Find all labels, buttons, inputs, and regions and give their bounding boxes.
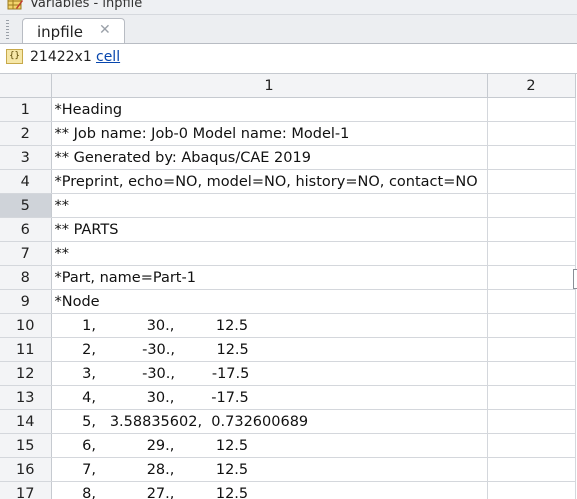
- variable-grid[interactable]: 1 2 1*Heading2** Job name: Job-0 Model n…: [0, 73, 577, 499]
- cell-col-2[interactable]: [487, 410, 575, 434]
- cell-col-1[interactable]: 8, 27., 12.5: [51, 482, 487, 499]
- cell-col-1[interactable]: *Node: [51, 290, 487, 314]
- tab-label: inpfile: [37, 23, 83, 41]
- table-row[interactable]: 9*Node: [0, 290, 575, 314]
- cell-col-1[interactable]: 6, 29., 12.5: [51, 434, 487, 458]
- row-header[interactable]: 7: [0, 242, 51, 266]
- table-row[interactable]: 14 5, 3.58835602, 0.732600689: [0, 410, 575, 434]
- table-row[interactable]: 6** PARTS: [0, 218, 575, 242]
- cell-col-1[interactable]: *Preprint, echo=NO, model=NO, history=NO…: [51, 170, 487, 194]
- cell-col-2[interactable]: [487, 482, 575, 499]
- variables-editor-icon: [7, 0, 23, 11]
- table-row[interactable]: 8*Part, name=Part-1: [0, 266, 575, 290]
- cell-col-1[interactable]: 3, -30., -17.5: [51, 362, 487, 386]
- cell-col-2[interactable]: [487, 362, 575, 386]
- table-row[interactable]: 1*Heading: [0, 98, 575, 122]
- cell-col-1[interactable]: 4, 30., -17.5: [51, 386, 487, 410]
- table-row[interactable]: 5**: [0, 194, 575, 218]
- data-table: 1 2 1*Heading2** Job name: Job-0 Model n…: [0, 74, 576, 499]
- cell-col-2[interactable]: [487, 194, 575, 218]
- window-title: Variables - inpfile: [30, 0, 142, 11]
- row-header[interactable]: 9: [0, 290, 51, 314]
- cell-col-2[interactable]: [487, 434, 575, 458]
- table-row[interactable]: 3** Generated by: Abaqus/CAE 2019: [0, 146, 575, 170]
- cell-col-2[interactable]: [487, 266, 575, 290]
- window-titlebar: Variables - inpfile: [0, 0, 577, 15]
- table-row[interactable]: 11 2, -30., 12.5: [0, 338, 575, 362]
- column-header-2[interactable]: 2: [487, 74, 575, 98]
- cell-col-2[interactable]: [487, 290, 575, 314]
- row-header[interactable]: 1: [0, 98, 51, 122]
- cell-col-1[interactable]: **: [51, 194, 487, 218]
- cell-col-1[interactable]: 1, 30., 12.5: [51, 314, 487, 338]
- row-header[interactable]: 15: [0, 434, 51, 458]
- table-row[interactable]: 15 6, 29., 12.5: [0, 434, 575, 458]
- row-header[interactable]: 16: [0, 458, 51, 482]
- row-header[interactable]: 10: [0, 314, 51, 338]
- cell-array-icon: {}: [6, 49, 23, 64]
- cell-col-2[interactable]: [487, 458, 575, 482]
- column-header-1[interactable]: 1: [51, 74, 487, 98]
- table-row[interactable]: 10 1, 30., 12.5: [0, 314, 575, 338]
- cell-col-2[interactable]: [487, 386, 575, 410]
- cell-col-2[interactable]: [487, 314, 575, 338]
- cell-col-1[interactable]: ** Generated by: Abaqus/CAE 2019: [51, 146, 487, 170]
- cell-col-1[interactable]: 2, -30., 12.5: [51, 338, 487, 362]
- corner-cell[interactable]: [0, 74, 51, 98]
- cell-col-1[interactable]: **: [51, 242, 487, 266]
- variable-class-link[interactable]: cell: [96, 49, 120, 65]
- row-header[interactable]: 17: [0, 482, 51, 499]
- tab-inpfile[interactable]: inpfile ✕: [22, 18, 125, 43]
- cell-col-1[interactable]: ** Job name: Job-0 Model name: Model-1: [51, 122, 487, 146]
- row-header[interactable]: 6: [0, 218, 51, 242]
- table-row[interactable]: 2** Job name: Job-0 Model name: Model-1: [0, 122, 575, 146]
- variable-info-bar: {} 21422x1 cell: [0, 44, 577, 70]
- table-row[interactable]: 16 7, 28., 12.5: [0, 458, 575, 482]
- row-header[interactable]: 8: [0, 266, 51, 290]
- cell-col-2[interactable]: [487, 338, 575, 362]
- cell-col-2[interactable]: [487, 146, 575, 170]
- variable-dimensions: 21422x1: [30, 49, 92, 65]
- table-row[interactable]: 7**: [0, 242, 575, 266]
- row-header[interactable]: 4: [0, 170, 51, 194]
- table-row[interactable]: 12 3, -30., -17.5: [0, 362, 575, 386]
- cell-col-2[interactable]: [487, 218, 575, 242]
- table-row[interactable]: 4*Preprint, echo=NO, model=NO, history=N…: [0, 170, 575, 194]
- cell-col-2[interactable]: [487, 242, 575, 266]
- row-header[interactable]: 13: [0, 386, 51, 410]
- close-icon[interactable]: ✕: [99, 22, 111, 38]
- cell-col-2[interactable]: [487, 98, 575, 122]
- row-header[interactable]: 14: [0, 410, 51, 434]
- row-header[interactable]: 5: [0, 194, 51, 218]
- column-resize-handle[interactable]: [573, 269, 577, 289]
- column-header-row: 1 2: [0, 74, 575, 98]
- table-row[interactable]: 13 4, 30., -17.5: [0, 386, 575, 410]
- cell-col-1[interactable]: ** PARTS: [51, 218, 487, 242]
- table-row[interactable]: 17 8, 27., 12.5: [0, 482, 575, 499]
- drag-grip-icon[interactable]: [6, 20, 9, 40]
- cell-col-2[interactable]: [487, 122, 575, 146]
- cell-col-1[interactable]: 5, 3.58835602, 0.732600689: [51, 410, 487, 434]
- row-header[interactable]: 12: [0, 362, 51, 386]
- row-header[interactable]: 2: [0, 122, 51, 146]
- row-header[interactable]: 3: [0, 146, 51, 170]
- cell-col-1[interactable]: *Part, name=Part-1: [51, 266, 487, 290]
- cell-col-1[interactable]: 7, 28., 12.5: [51, 458, 487, 482]
- cell-col-2[interactable]: [487, 170, 575, 194]
- row-header[interactable]: 11: [0, 338, 51, 362]
- cell-col-1[interactable]: *Heading: [51, 98, 487, 122]
- document-tab-bar: inpfile ✕: [0, 15, 577, 44]
